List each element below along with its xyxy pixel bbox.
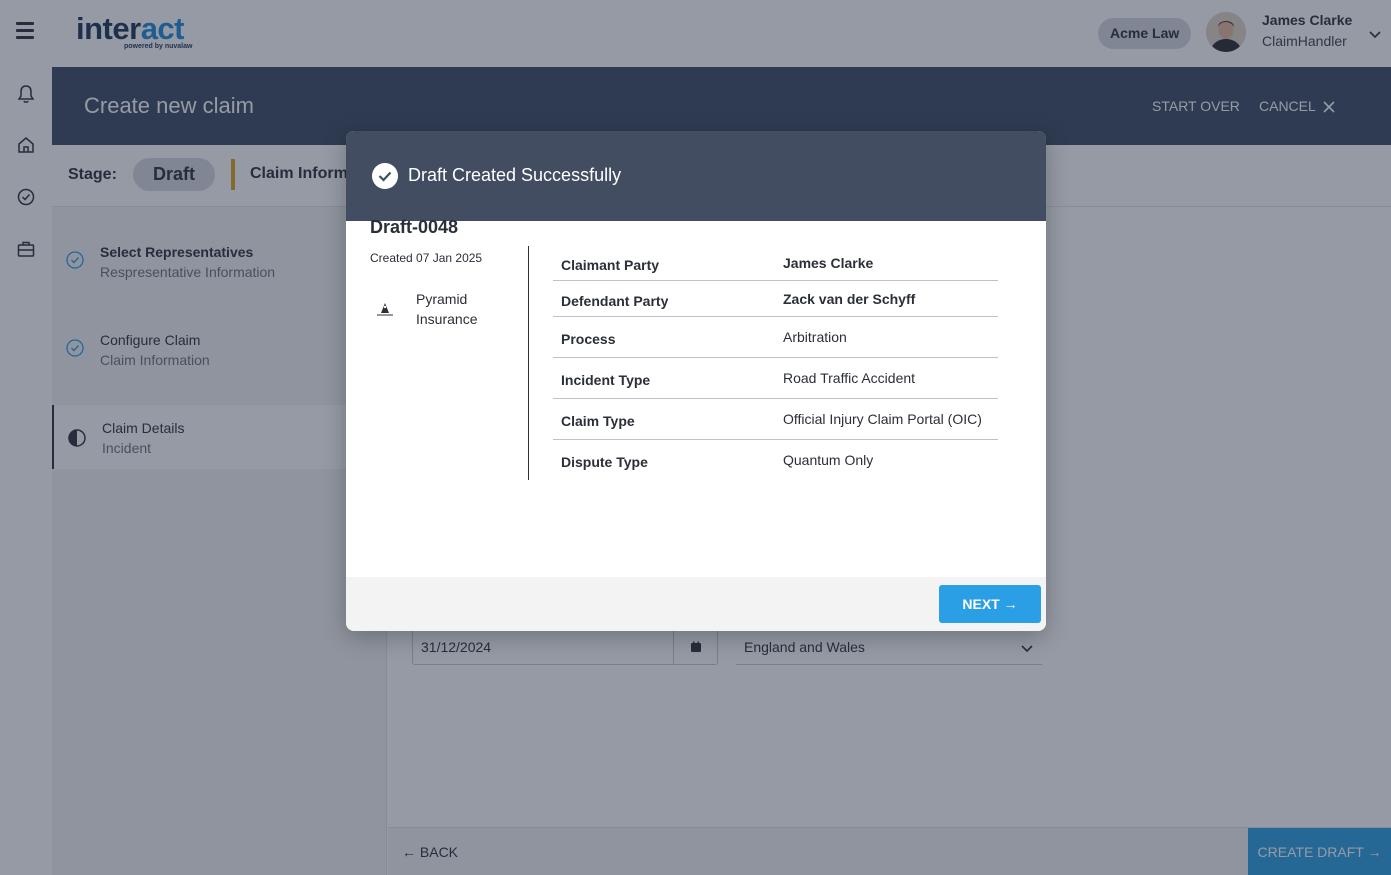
detail-label: Incident Type — [561, 372, 651, 388]
detail-row-claim-type: Claim Type Official Injury Claim Portal … — [553, 399, 998, 440]
draft-id: Draft-0048 — [370, 217, 459, 237]
detail-row-defendant: Defendant Party Zack van der Schyff — [553, 281, 998, 317]
dialog-footer: NEXT → — [346, 577, 1046, 631]
insurer-logo — [374, 301, 396, 319]
detail-value: Road Traffic Accident — [783, 370, 916, 386]
detail-value: James Clarke — [783, 255, 874, 271]
draft-created-date: Created 07 Jan 2025 — [370, 251, 483, 265]
detail-row-claimant: Claimant Party James Clarke — [553, 245, 998, 281]
dialog-header: Draft Created Successfully — [346, 131, 1046, 221]
draft-created-dialog: Draft Created Successfully Draft-0048 Cr… — [346, 131, 1046, 631]
detail-value: Arbitration — [783, 329, 847, 345]
dialog-title: Draft Created Successfully — [408, 165, 622, 185]
check-circle-icon — [372, 163, 398, 189]
detail-row-incident-type: Incident Type Road Traffic Accident — [553, 358, 998, 399]
detail-row-dispute-type: Dispute Type Quantum Only — [553, 440, 998, 481]
detail-value: Official Injury Claim Portal (OIC) — [783, 411, 982, 427]
detail-label: Defendant Party — [561, 293, 669, 309]
detail-row-process: Process Arbitration — [553, 317, 998, 358]
draft-details-table: Claimant Party James Clarke Defendant Pa… — [553, 245, 998, 481]
detail-label: Dispute Type — [561, 454, 648, 470]
next-button[interactable]: NEXT → — [939, 585, 1041, 623]
insurer-name: Pyramid Insurance — [416, 291, 478, 327]
detail-value: Zack van der Schyff — [783, 291, 916, 307]
detail-label: Process — [561, 331, 616, 347]
detail-value: Quantum Only — [783, 452, 874, 468]
detail-label: Claim Type — [561, 413, 635, 429]
divider — [528, 246, 529, 480]
detail-label: Claimant Party — [561, 257, 660, 273]
